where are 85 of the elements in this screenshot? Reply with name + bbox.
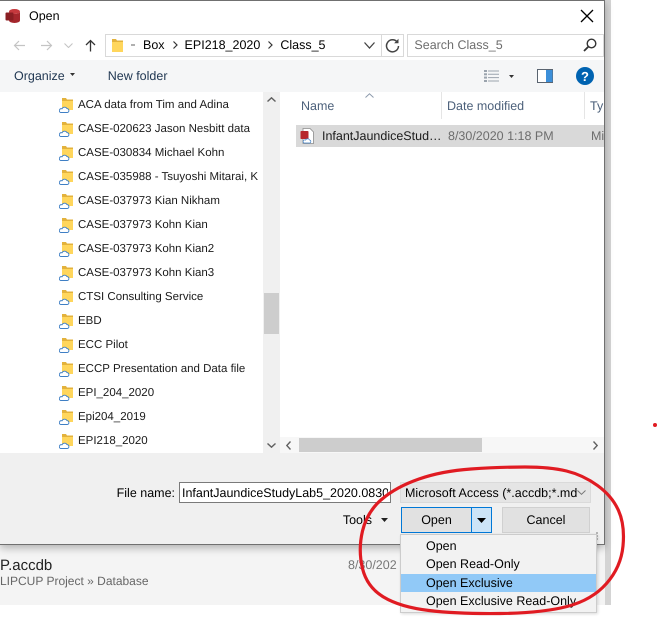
- scrollbar-thumb[interactable]: [299, 438, 482, 452]
- table-cell: 8/30/2020 1:18 PM: [448, 129, 554, 143]
- folder-icon: [59, 170, 73, 184]
- chevron-down-icon[interactable]: [364, 42, 376, 48]
- table-cell: InfantJaundiceStud…: [322, 129, 442, 143]
- folder-icon: [59, 146, 73, 160]
- file-icon: [300, 128, 314, 144]
- folder-icon: [112, 38, 123, 52]
- caret-icon: [381, 518, 388, 522]
- database-icon: [5, 8, 21, 24]
- document-path: LIPCUP Project » Database: [0, 574, 150, 589]
- horizontal-scrollbar[interactable]: [280, 437, 604, 453]
- file-row[interactable]: InfantJaundiceStud… 8/30/2020 1:18 PM Mi: [296, 125, 604, 147]
- scrollbar-thumb[interactable]: [264, 293, 279, 334]
- vertical-scrollbar[interactable]: [263, 92, 280, 453]
- chevron-up-icon[interactable]: [267, 97, 276, 102]
- folder-item[interactable]: EPI218_2020: [0, 429, 263, 453]
- folder-item[interactable]: ECC Pilot: [0, 333, 263, 357]
- organize-menu-button[interactable]: Organize: [9, 66, 80, 86]
- folder-item[interactable]: CASE-030834 Michael Kohn: [0, 141, 263, 165]
- caret-icon[interactable]: [509, 74, 514, 78]
- folder-item[interactable]: CTSI Consulting Service: [0, 285, 263, 309]
- help-button[interactable]: ?: [576, 67, 594, 85]
- refresh-button[interactable]: [382, 34, 404, 56]
- menu-item[interactable]: Open Exclusive: [401, 574, 596, 592]
- folder-item[interactable]: CASE-037973 Kohn Kian3: [0, 261, 263, 285]
- document-title: P.accdb: [0, 557, 54, 574]
- close-icon[interactable]: [580, 8, 594, 22]
- folder-item[interactable]: EBD: [0, 309, 263, 333]
- search-icon[interactable]: [583, 38, 597, 52]
- folder-item[interactable]: CASE-037973 Kohn Kian: [0, 213, 263, 237]
- column-header[interactable]: Date modified: [442, 92, 585, 119]
- table-cell: Mi: [591, 129, 604, 143]
- folder-item[interactable]: ACA data from Tim and Adina: [0, 93, 263, 117]
- folder-icon: [59, 314, 73, 328]
- path-segment[interactable]: Box: [143, 38, 165, 52]
- menu-item[interactable]: Open Exclusive Read-Only: [401, 592, 596, 610]
- chevron-down-icon: [577, 490, 586, 495]
- column-header[interactable]: Name: [296, 92, 442, 119]
- folder-icon: [59, 218, 73, 232]
- folder-icon: [59, 266, 73, 280]
- path-segment[interactable]: Class_5: [280, 38, 326, 52]
- chevron-down-icon[interactable]: [267, 443, 276, 448]
- folder-item[interactable]: CASE-020623 Jason Nesbitt data: [0, 117, 263, 141]
- caret-icon: [477, 518, 486, 522]
- folder-icon: [59, 122, 73, 136]
- folder-icon: [59, 386, 73, 400]
- sort-caret-icon: [364, 93, 374, 98]
- folder-icon: [59, 194, 73, 208]
- folder-item[interactable]: CASE-037973 Kian Nikham: [0, 189, 263, 213]
- annotation-dot: [653, 423, 657, 427]
- refresh-icon: [385, 38, 400, 52]
- new-folder-button[interactable]: New folder: [102, 66, 172, 86]
- caret-icon: [70, 73, 75, 76]
- folder-item[interactable]: Epi204_2019: [0, 405, 263, 429]
- open-split-button[interactable]: Open: [401, 507, 492, 533]
- folder-icon: [59, 434, 73, 448]
- chevron-right-icon: [268, 41, 274, 49]
- open-button[interactable]: Open: [402, 508, 472, 532]
- folder-icon: [59, 338, 73, 352]
- address-bar[interactable]: Box EPI218_2020 Class_5: [105, 34, 382, 56]
- file-name-label: File name:: [116, 486, 175, 500]
- search-field[interactable]: Search Class_5: [407, 34, 604, 56]
- menu-item[interactable]: Open Read-Only: [401, 555, 596, 574]
- folder-item[interactable]: CASE-037973 Kohn Kian2: [0, 237, 263, 261]
- folder-icon: [59, 410, 73, 424]
- folder-item[interactable]: EPI_204_2020: [0, 381, 263, 405]
- cancel-button[interactable]: Cancel: [502, 507, 590, 533]
- dash-icon: [131, 44, 135, 46]
- folder-icon: [59, 290, 73, 304]
- chevron-left-icon[interactable]: [286, 440, 291, 450]
- file-type-dropdown[interactable]: Microsoft Access (*.accdb;*.md: [400, 482, 591, 503]
- window-title: Open: [29, 8, 60, 22]
- chevron-right-icon[interactable]: [593, 440, 598, 450]
- folder-icon: [59, 242, 73, 256]
- folder-item[interactable]: ECCP Presentation and Data file: [0, 357, 263, 381]
- column-header[interactable]: Ty: [585, 92, 604, 119]
- folder-icon: [59, 98, 73, 112]
- up-arrow-icon[interactable]: [85, 38, 96, 52]
- menu-item[interactable]: Open: [401, 537, 596, 556]
- folder-item[interactable]: CASE-035988 - Tsuyoshi Mitarai, K: [0, 165, 263, 189]
- chevron-right-icon: [172, 41, 178, 49]
- folder-icon: [59, 362, 73, 376]
- preview-pane-icon[interactable]: [537, 69, 553, 83]
- path-segment[interactable]: EPI218_2020: [184, 38, 260, 52]
